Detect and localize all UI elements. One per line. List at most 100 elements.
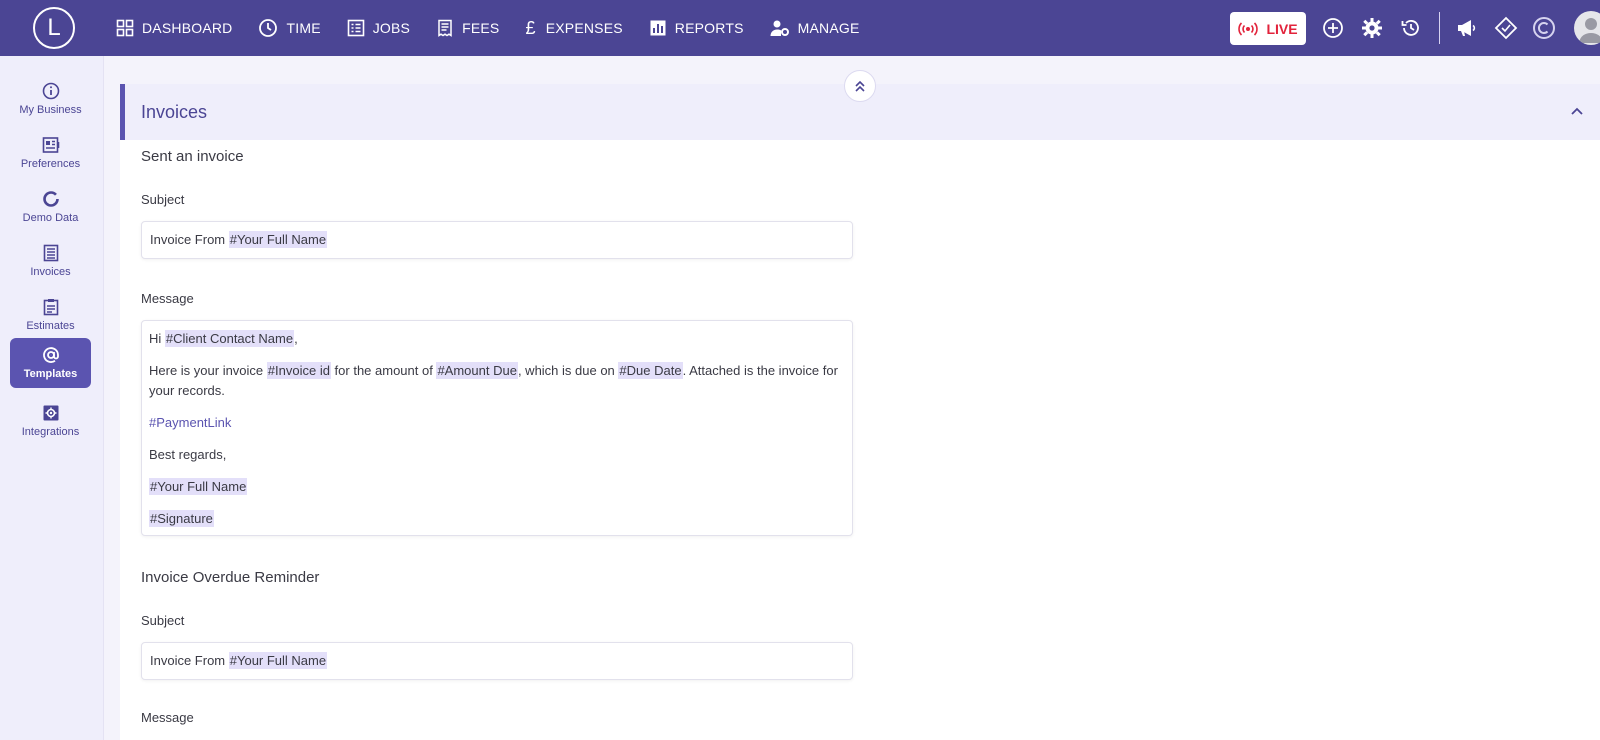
live-label: LIVE [1266,20,1298,37]
app-logo[interactable]: L [33,7,75,49]
nav-dashboard[interactable]: DASHBOARD [116,19,232,37]
sidebar-item-label: Demo Data [22,212,79,224]
sidebar-item-label: Templates [23,368,78,380]
nav-manage[interactable]: MANAGE [770,19,860,37]
grid-icon [116,19,134,37]
text: Hi [149,331,165,346]
payment-link-tag: #PaymentLink [149,415,232,430]
chart-icon [650,20,666,36]
overdue-reminder-title: Invoice Overdue Reminder [141,569,320,586]
nav-expenses[interactable]: £ EXPENSES [525,18,622,39]
sidebar-item-templates[interactable]: Templates [10,338,91,388]
broadcast-icon [1238,21,1259,36]
overdue-subject-input[interactable]: Invoice From #Your Full Name [141,642,853,680]
sidebar-item-label: Integrations [21,426,80,438]
placeholder-tag: #Your Full Name [228,231,328,248]
placeholder-tag: #Amount Due [436,362,518,379]
info-icon [42,82,59,100]
message-label: Message [141,291,194,306]
subject-text: Invoice From [150,653,229,668]
list-icon [347,19,365,37]
message-greeting: Hi #Client Contact Name, [149,329,845,349]
sidebar-item-demo-data[interactable]: Demo Data [10,182,91,232]
c-logo-icon [1533,17,1555,39]
integrations-button[interactable] [1494,16,1518,40]
sent-invoice-title: Sent an invoice [141,148,244,165]
message-signature: #Signature [149,509,845,529]
settings-sidebar: My Business Preferences Demo Data Invoic… [0,56,104,740]
nav-label: REPORTS [674,20,744,36]
text: Here is your invoice [149,363,267,378]
placeholder-tag: #Invoice id [266,362,331,379]
nav-label: TIME [286,20,321,36]
megaphone-icon [1458,20,1476,36]
user-avatar[interactable] [1574,11,1600,45]
diamond-icon [1494,16,1518,40]
sidebar-item-preferences[interactable]: Preferences [10,128,91,178]
top-navbar: L DASHBOARD TIME JOBS FEES £ EXPENSES RE… [0,0,1600,56]
message-name: #Your Full Name [149,477,845,497]
text: , which is due on [517,363,619,378]
sidebar-item-estimates[interactable]: Estimates [10,290,91,340]
add-button[interactable] [1321,16,1345,40]
sidebar-item-integrations[interactable]: Integrations [10,396,91,446]
sidebar-item-label: Preferences [20,158,81,170]
subject-input[interactable]: Invoice From #Your Full Name [141,221,853,259]
placeholder-tag: #Your Full Name [149,478,248,495]
message-label: Message [141,710,194,725]
user-gear-icon [770,20,789,36]
nav-label: FEES [462,20,500,36]
placeholder-tag: #Client Contact Name [164,330,295,347]
nav-reports[interactable]: REPORTS [649,19,744,37]
history-button[interactable] [1399,16,1423,40]
subject-label: Subject [141,613,185,628]
sidebar-item-label: Invoices [30,266,71,278]
brand-button[interactable] [1532,16,1556,40]
nav-label: EXPENSES [545,20,623,36]
integrations-icon [43,405,58,421]
message-payment-link: #PaymentLink [149,413,845,433]
document-icon [43,244,58,262]
message-body: Here is your invoice #Invoice id for the… [149,361,845,401]
main-content: Invoices Sent an invoice Subject Invoice… [104,56,1600,740]
double-chevron-up-icon [855,80,865,92]
announcements-button[interactable] [1455,16,1479,40]
plus-circle-icon [1323,18,1343,38]
templates-panel: Invoices Sent an invoice Subject Invoice… [120,84,1600,740]
nav-jobs[interactable]: JOBS [347,19,410,37]
preferences-icon [42,137,59,153]
gear-icon [1362,18,1382,38]
section-title: Invoices [141,101,208,122]
logo-letter: L [47,14,61,41]
text: for the amount of [330,363,437,378]
main-nav: DASHBOARD TIME JOBS FEES £ EXPENSES REPO… [116,0,886,56]
avatar-icon [1579,18,1600,43]
nav-fees[interactable]: FEES [436,19,499,37]
sidebar-item-label: My Business [19,104,82,116]
message-regards: Best regards, [149,447,227,462]
subject-text: Invoice From [150,232,229,247]
placeholder-tag: #Due Date [618,362,683,379]
message-editor[interactable]: Hi #Client Contact Name, Here is your in… [141,320,853,536]
sidebar-item-my-business[interactable]: My Business [10,74,91,124]
clock-icon [259,19,278,37]
receipt-icon [438,19,452,37]
at-icon [42,347,59,363]
chevron-up-icon[interactable] [1570,104,1584,118]
nav-label: JOBS [372,20,411,36]
ring-icon [42,191,59,207]
topbar-divider [1439,12,1440,44]
placeholder-tag: #Your Full Name [228,652,328,669]
subject-label: Subject [141,192,185,207]
nav-label: DASHBOARD [142,20,233,36]
settings-button[interactable] [1360,16,1384,40]
collapse-toggle-button[interactable] [844,70,876,102]
sidebar-item-invoices[interactable]: Invoices [10,236,91,286]
pound-icon: £ [525,17,536,38]
live-button[interactable]: LIVE [1230,12,1306,45]
history-icon [1401,20,1419,36]
nav-time[interactable]: TIME [258,18,321,38]
text: , [294,331,298,346]
clipboard-icon [43,299,58,316]
sidebar-item-label: Estimates [26,320,75,332]
